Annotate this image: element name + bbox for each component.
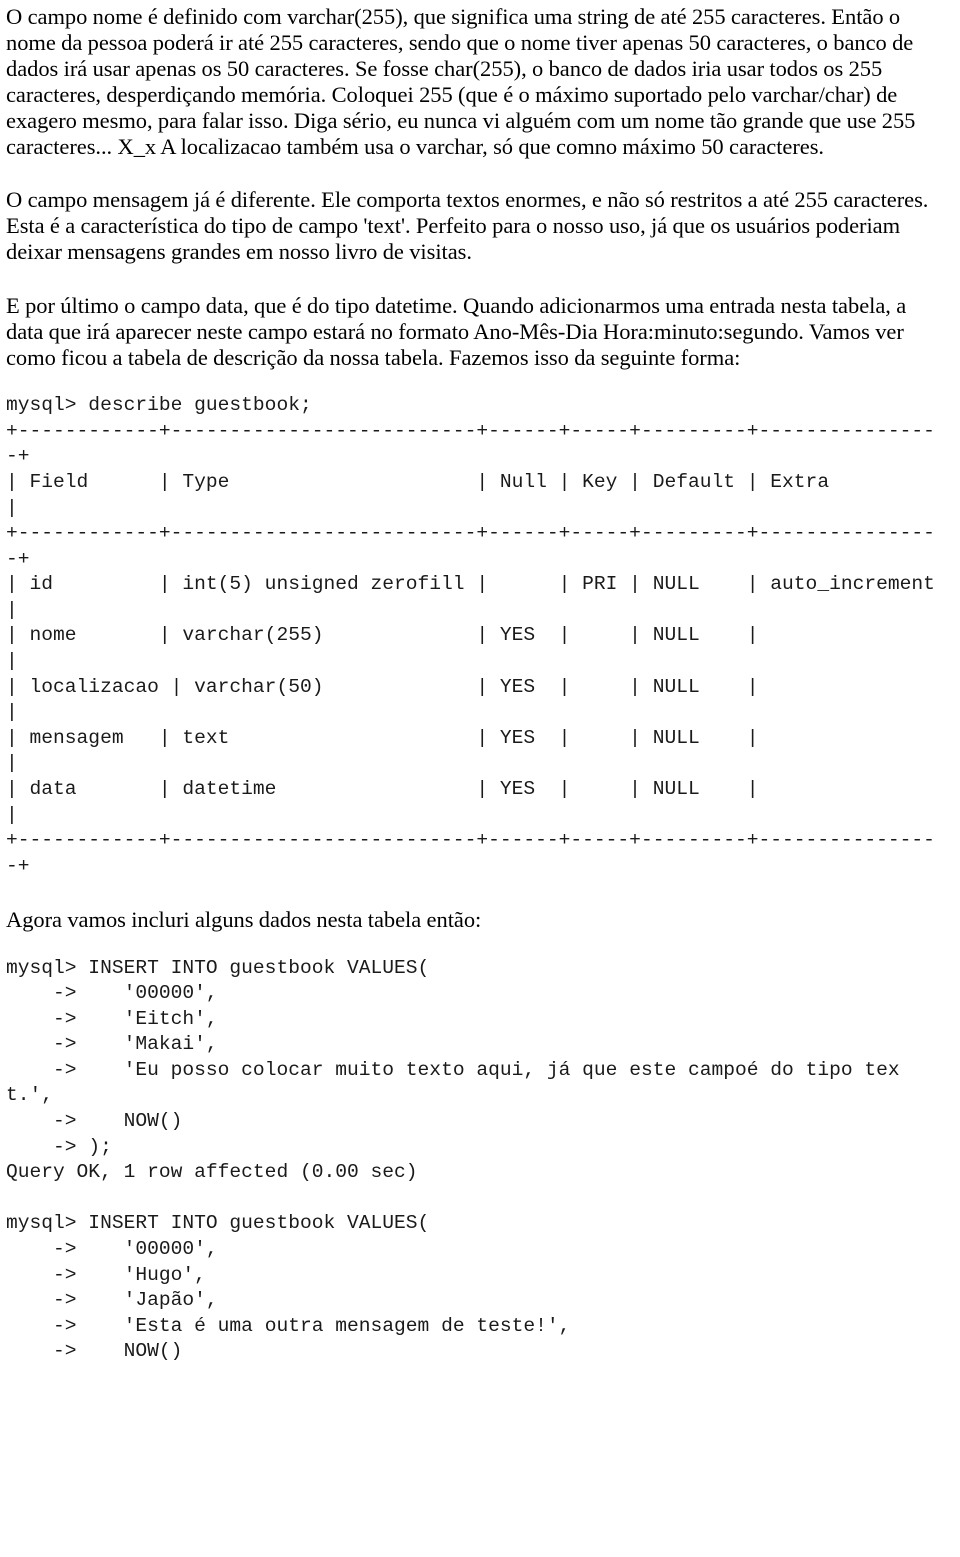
document-page: O campo nome é definido com varchar(255)… <box>0 0 960 1557</box>
page-content: O campo nome é definido com varchar(255)… <box>0 0 960 1365</box>
paragraph-data-field: E por último o campo data, que é do tipo… <box>6 292 912 371</box>
code-block-describe-guestbook: mysql> describe guestbook; +------------… <box>6 394 935 877</box>
code-block-insert-statements: mysql> INSERT INTO guestbook VALUES( -> … <box>6 956 900 1363</box>
code-spacer <box>6 934 946 956</box>
paragraph-nome-field: O campo nome é definido com varchar(255)… <box>6 4 921 160</box>
code-spacer <box>6 371 946 393</box>
paragraph-mensagem-field: O campo mensagem já é diferente. Ele com… <box>6 186 934 264</box>
paragraph-insert-intro: Agora vamos incluri alguns dados nesta t… <box>6 907 482 933</box>
